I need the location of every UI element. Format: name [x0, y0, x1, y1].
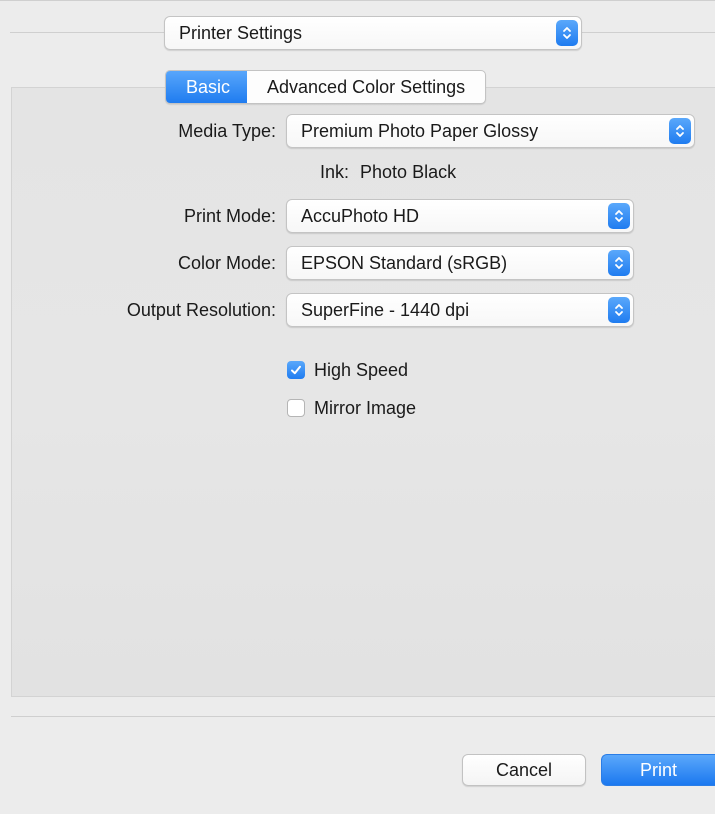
- high-speed-option[interactable]: High Speed: [287, 359, 408, 381]
- print-mode-popup[interactable]: AccuPhoto HD: [286, 199, 634, 233]
- high-speed-label: High Speed: [314, 359, 409, 380]
- ink-info: Ink: Photo Black: [320, 162, 456, 183]
- ink-label: Ink:: [320, 162, 350, 182]
- mirror-image-label: Mirror Image: [314, 397, 417, 418]
- tab-basic[interactable]: Basic: [166, 71, 248, 103]
- output-resolution-label: Output Resolution:: [126, 300, 276, 320]
- popup-arrows-icon: [608, 297, 630, 323]
- tab-advanced-color-settings[interactable]: Advanced Color Settings: [247, 71, 485, 103]
- color-mode-popup[interactable]: EPSON Standard (sRGB): [286, 246, 634, 280]
- checkmark-icon: [291, 365, 301, 375]
- popup-arrows-icon: [608, 203, 630, 229]
- cancel-button[interactable]: Cancel: [462, 754, 586, 786]
- mirror-image-option[interactable]: Mirror Image: [287, 397, 416, 419]
- media-type-label: Media Type:: [178, 121, 276, 141]
- section-divider-left: [10, 32, 164, 33]
- printer-settings-popup-value: Printer Settings: [179, 23, 303, 43]
- tab-bar: Basic Advanced Color Settings: [165, 70, 487, 104]
- media-type-value: Premium Photo Paper Glossy: [301, 121, 539, 141]
- ink-value: Photo Black: [360, 162, 457, 182]
- popup-arrows-icon: [556, 20, 578, 46]
- output-resolution-popup[interactable]: SuperFine - 1440 dpi: [286, 293, 634, 327]
- mirror-image-checkbox[interactable]: [287, 399, 305, 417]
- popup-arrows-icon: [669, 118, 691, 144]
- printer-settings-popup[interactable]: Printer Settings: [164, 16, 582, 50]
- media-type-popup[interactable]: Premium Photo Paper Glossy: [286, 114, 695, 148]
- popup-arrows-icon: [608, 250, 630, 276]
- color-mode-label: Color Mode:: [177, 253, 276, 273]
- color-mode-value: EPSON Standard (sRGB): [301, 253, 508, 273]
- window-top-border: [0, 0, 715, 1]
- print-mode-label: Print Mode:: [183, 206, 276, 226]
- section-divider-right: [582, 32, 715, 33]
- high-speed-checkbox[interactable]: [287, 361, 305, 379]
- print-mode-value: AccuPhoto HD: [301, 206, 420, 226]
- print-button[interactable]: Print: [601, 754, 715, 786]
- output-resolution-value: SuperFine - 1440 dpi: [301, 300, 470, 320]
- footer-divider: [11, 716, 715, 717]
